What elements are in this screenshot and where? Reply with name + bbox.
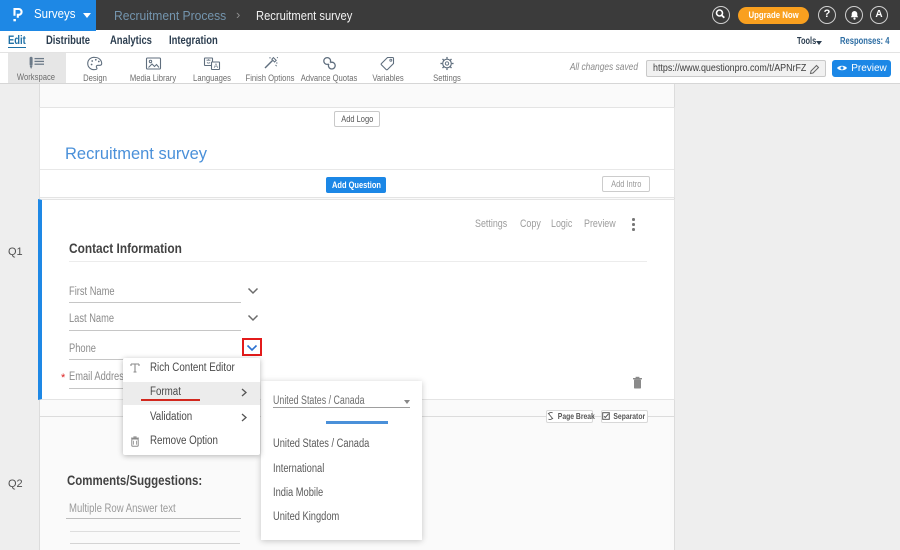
svg-text:A: A [214,63,219,70]
